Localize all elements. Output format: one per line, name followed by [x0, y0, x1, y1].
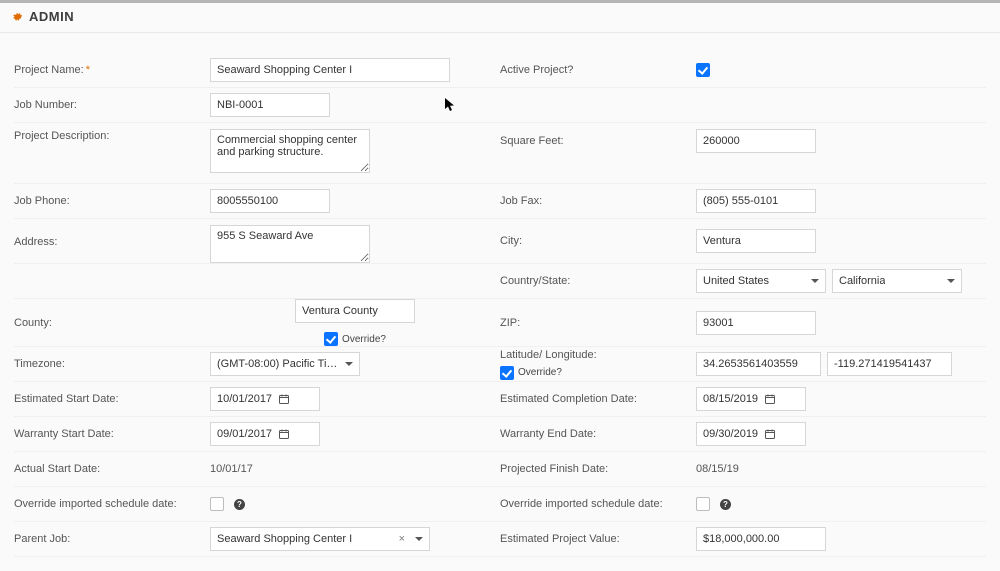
label-project-name: Project Name:*: [14, 63, 210, 77]
state-select[interactable]: California: [832, 269, 962, 293]
label-county: County:: [14, 316, 210, 330]
est-complete-date-input[interactable]: 08/15/2019: [696, 387, 806, 411]
label-timezone: Timezone:: [14, 357, 210, 371]
job-fax-input[interactable]: [696, 189, 816, 213]
label-est-start: Estimated Start Date:: [14, 392, 210, 406]
calendar-icon: [764, 428, 776, 440]
page-title: ADMIN: [29, 9, 74, 24]
label-est-complete: Estimated Completion Date:: [500, 392, 696, 406]
label-lat-lon: Latitude/ Longitude: Override?: [500, 348, 696, 380]
latlon-override-checkbox[interactable]: [500, 366, 514, 380]
admin-form: Project Name:* Active Project? Job Numbe…: [0, 33, 1000, 571]
label-parent-job: Parent Job:: [14, 532, 210, 546]
calendar-icon: [278, 393, 290, 405]
label-zip: ZIP:: [500, 316, 696, 330]
label-project-description: Project Description:: [14, 129, 210, 143]
calendar-icon: [764, 393, 776, 405]
page-header: ADMIN: [0, 3, 1000, 33]
square-feet-input[interactable]: [696, 129, 816, 153]
job-number-input[interactable]: [210, 93, 330, 117]
latlon-override-label: Override?: [518, 366, 562, 380]
est-start-date-input[interactable]: 10/01/2017: [210, 387, 320, 411]
label-projected-finish: Projected Finish Date:: [500, 462, 696, 476]
warranty-end-date-input[interactable]: 09/30/2019: [696, 422, 806, 446]
city-input[interactable]: [696, 229, 816, 253]
longitude-input[interactable]: [827, 352, 952, 376]
label-override-schedule-left: Override imported schedule date:: [14, 497, 210, 511]
county-override-checkbox[interactable]: [324, 332, 338, 346]
chevron-down-icon: [345, 362, 353, 366]
project-description-textarea[interactable]: [210, 129, 370, 173]
label-job-phone: Job Phone:: [14, 194, 210, 208]
override-schedule-checkbox-left[interactable]: [210, 497, 224, 511]
country-select[interactable]: United States: [696, 269, 826, 293]
gear-icon: [12, 11, 23, 22]
zip-input[interactable]: [696, 311, 816, 335]
label-active-project: Active Project?: [500, 63, 696, 77]
label-actual-start: Actual Start Date:: [14, 462, 210, 476]
label-square-feet: Square Feet:: [500, 134, 696, 148]
timezone-select[interactable]: (GMT-08:00) Pacific Time (US ·: [210, 352, 360, 376]
project-name-input[interactable]: [210, 58, 450, 82]
help-icon[interactable]: ?: [234, 499, 245, 510]
county-override-label: Override?: [342, 334, 386, 345]
calendar-icon: [278, 428, 290, 440]
chevron-down-icon: [415, 537, 423, 541]
active-project-checkbox[interactable]: [696, 63, 710, 77]
label-country-state: Country/State:: [500, 274, 696, 288]
actual-start-value: 10/01/17: [210, 463, 253, 475]
warranty-start-date-input[interactable]: 09/01/2017: [210, 422, 320, 446]
chevron-down-icon: [947, 279, 955, 283]
label-city: City:: [500, 234, 696, 248]
address-textarea[interactable]: [210, 225, 370, 263]
label-override-schedule-right: Override imported schedule date:: [500, 497, 696, 511]
projected-finish-value: 08/15/19: [696, 463, 739, 475]
job-phone-input[interactable]: [210, 189, 330, 213]
label-address: Address:: [14, 225, 210, 249]
county-input[interactable]: [295, 299, 415, 323]
label-warranty-start: Warranty Start Date:: [14, 427, 210, 441]
override-schedule-checkbox-right[interactable]: [696, 497, 710, 511]
label-est-project-value: Estimated Project Value:: [500, 532, 696, 546]
label-job-number: Job Number:: [14, 98, 210, 112]
chevron-down-icon: [811, 279, 819, 283]
help-icon[interactable]: ?: [720, 499, 731, 510]
parent-job-combobox[interactable]: Seaward Shopping Center I ×: [210, 527, 430, 551]
latitude-input[interactable]: [696, 352, 821, 376]
required-marker-icon: *: [86, 64, 90, 76]
est-project-value-input[interactable]: [696, 527, 826, 551]
label-warranty-end: Warranty End Date:: [500, 427, 696, 441]
label-job-fax: Job Fax:: [500, 194, 696, 208]
